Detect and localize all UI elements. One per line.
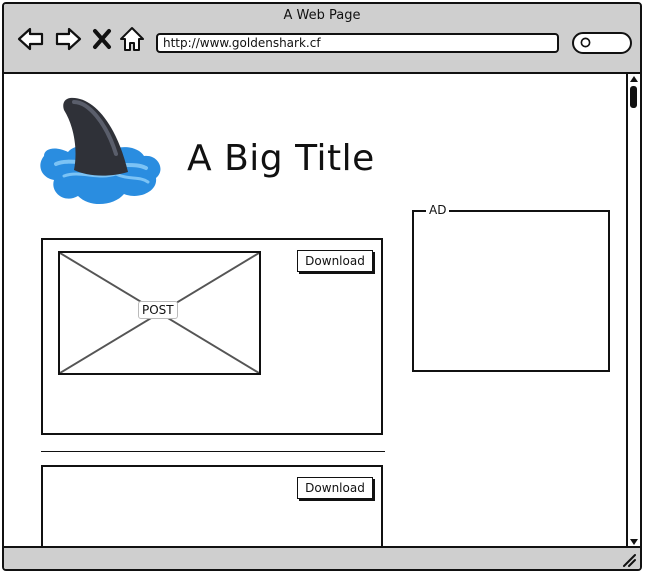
page-title: A Big Title	[187, 138, 375, 179]
back-arrow-icon[interactable]	[17, 25, 45, 53]
post-image-label: POST	[138, 301, 178, 319]
page-content: A Big Title AD POST Download Download	[4, 74, 630, 548]
scroll-down-arrow-icon[interactable]	[630, 539, 638, 545]
vertical-scrollbar[interactable]	[626, 74, 640, 548]
resize-grip-icon[interactable]	[622, 553, 636, 567]
close-x-icon[interactable]	[91, 25, 113, 53]
divider	[41, 451, 385, 452]
window-title: A Web Page	[283, 8, 361, 23]
ad-label: AD	[426, 203, 450, 217]
scroll-thumb[interactable]	[630, 86, 637, 108]
browser-window: A Web Page http://www.goldenshark.cf A B…	[2, 2, 642, 571]
search-icon	[580, 37, 591, 48]
post-card: POST Download	[41, 238, 383, 435]
shark-fin-logo	[40, 97, 161, 205]
post-image-placeholder[interactable]: POST	[58, 251, 261, 375]
search-field[interactable]	[572, 32, 632, 54]
home-icon[interactable]	[118, 25, 146, 53]
download-button[interactable]: Download	[297, 477, 373, 499]
post-card: Download	[41, 465, 383, 548]
address-bar[interactable]: http://www.goldenshark.cf	[156, 33, 559, 53]
scroll-up-arrow-icon[interactable]	[630, 76, 638, 82]
status-bar	[4, 546, 640, 569]
forward-arrow-icon[interactable]	[54, 25, 82, 53]
browser-toolbar: A Web Page http://www.goldenshark.cf	[4, 4, 640, 74]
ad-box[interactable]: AD	[412, 203, 610, 372]
download-button[interactable]: Download	[297, 250, 373, 272]
